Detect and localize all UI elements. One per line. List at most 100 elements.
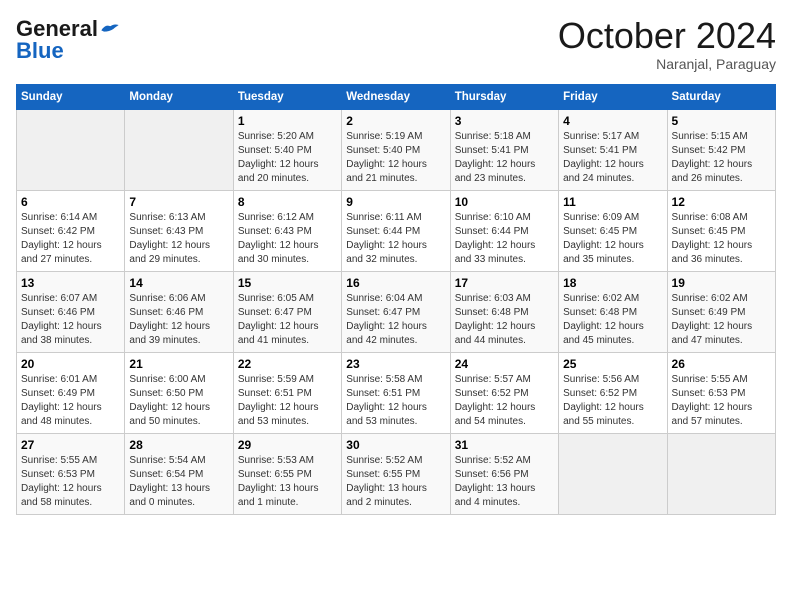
- cell-details: Sunrise: 6:09 AM Sunset: 6:45 PM Dayligh…: [563, 211, 662, 267]
- day-number: 27: [21, 438, 120, 452]
- day-number: 12: [672, 195, 771, 209]
- calendar-cell: 20 Sunrise: 6:01 AM Sunset: 6:49 PM Dayli…: [17, 352, 125, 433]
- day-number: 18: [563, 276, 662, 290]
- calendar-cell: 10 Sunrise: 6:10 AM Sunset: 6:44 PM Dayli…: [450, 190, 558, 271]
- day-number: 22: [238, 357, 337, 371]
- title-area: October 2024 Naranjal, Paraguay: [558, 16, 776, 72]
- day-number: 20: [21, 357, 120, 371]
- calendar-cell: 15 Sunrise: 6:05 AM Sunset: 6:47 PM Dayli…: [233, 271, 341, 352]
- header-day-wednesday: Wednesday: [342, 84, 450, 109]
- cell-details: Sunrise: 5:15 AM Sunset: 5:42 PM Dayligh…: [672, 130, 771, 186]
- calendar-cell: 23 Sunrise: 5:58 AM Sunset: 6:51 PM Dayli…: [342, 352, 450, 433]
- calendar-cell: 17Sunrise: 6:03 AM Sunset: 6:48 PM Dayli…: [450, 271, 558, 352]
- day-number: 24: [455, 357, 554, 371]
- cell-details: Sunrise: 6:11 AM Sunset: 6:44 PM Dayligh…: [346, 211, 445, 267]
- cell-details: Sunrise: 6:06 AM Sunset: 6:46 PM Dayligh…: [129, 292, 228, 348]
- week-row-1: 1 Sunrise: 5:20 AM Sunset: 5:40 PM Daylig…: [17, 109, 776, 190]
- calendar-cell: 11Sunrise: 6:09 AM Sunset: 6:45 PM Dayli…: [559, 190, 667, 271]
- calendar-table: SundayMondayTuesdayWednesdayThursdayFrid…: [16, 84, 776, 515]
- day-number: 31: [455, 438, 554, 452]
- calendar-cell: 26Sunrise: 5:55 AM Sunset: 6:53 PM Dayli…: [667, 352, 775, 433]
- day-number: 29: [238, 438, 337, 452]
- cell-details: Sunrise: 6:08 AM Sunset: 6:45 PM Dayligh…: [672, 211, 771, 267]
- calendar-cell: 4 Sunrise: 5:17 AM Sunset: 5:41 PM Daylig…: [559, 109, 667, 190]
- cell-details: Sunrise: 6:00 AM Sunset: 6:50 PM Dayligh…: [129, 373, 228, 429]
- calendar-cell: 8 Sunrise: 6:12 AM Sunset: 6:43 PM Daylig…: [233, 190, 341, 271]
- location-subtitle: Naranjal, Paraguay: [558, 56, 776, 72]
- cell-details: Sunrise: 5:56 AM Sunset: 6:52 PM Dayligh…: [563, 373, 662, 429]
- day-number: 10: [455, 195, 554, 209]
- calendar-cell: 12 Sunrise: 6:08 AM Sunset: 6:45 PM Dayli…: [667, 190, 775, 271]
- week-row-4: 20 Sunrise: 6:01 AM Sunset: 6:49 PM Dayli…: [17, 352, 776, 433]
- cell-details: Sunrise: 5:53 AM Sunset: 6:55 PM Dayligh…: [238, 454, 337, 510]
- header-day-sunday: Sunday: [17, 84, 125, 109]
- cell-details: Sunrise: 5:58 AM Sunset: 6:51 PM Dayligh…: [346, 373, 445, 429]
- day-number: 7: [129, 195, 228, 209]
- day-number: 2: [346, 114, 445, 128]
- cell-details: Sunrise: 6:03 AM Sunset: 6:48 PM Dayligh…: [455, 292, 554, 348]
- header-row: SundayMondayTuesdayWednesdayThursdayFrid…: [17, 84, 776, 109]
- calendar-cell: 31 Sunrise: 5:52 AM Sunset: 6:56 PM Dayli…: [450, 433, 558, 514]
- day-number: 1: [238, 114, 337, 128]
- cell-details: Sunrise: 5:17 AM Sunset: 5:41 PM Dayligh…: [563, 130, 662, 186]
- cell-details: Sunrise: 6:01 AM Sunset: 6:49 PM Dayligh…: [21, 373, 120, 429]
- cell-details: Sunrise: 5:55 AM Sunset: 6:53 PM Dayligh…: [21, 454, 120, 510]
- cell-details: Sunrise: 6:10 AM Sunset: 6:44 PM Dayligh…: [455, 211, 554, 267]
- cell-details: Sunrise: 6:05 AM Sunset: 6:47 PM Dayligh…: [238, 292, 337, 348]
- day-number: 16: [346, 276, 445, 290]
- day-number: 15: [238, 276, 337, 290]
- calendar-cell: 30Sunrise: 5:52 AM Sunset: 6:55 PM Dayli…: [342, 433, 450, 514]
- cell-details: Sunrise: 5:54 AM Sunset: 6:54 PM Dayligh…: [129, 454, 228, 510]
- cell-details: Sunrise: 6:02 AM Sunset: 6:48 PM Dayligh…: [563, 292, 662, 348]
- calendar-cell: [17, 109, 125, 190]
- day-number: 30: [346, 438, 445, 452]
- day-number: 26: [672, 357, 771, 371]
- month-title: October 2024: [558, 16, 776, 56]
- day-number: 4: [563, 114, 662, 128]
- calendar-cell: [667, 433, 775, 514]
- calendar-cell: 2 Sunrise: 5:19 AM Sunset: 5:40 PM Daylig…: [342, 109, 450, 190]
- header-day-monday: Monday: [125, 84, 233, 109]
- header-day-saturday: Saturday: [667, 84, 775, 109]
- cell-details: Sunrise: 5:19 AM Sunset: 5:40 PM Dayligh…: [346, 130, 445, 186]
- cell-details: Sunrise: 5:20 AM Sunset: 5:40 PM Dayligh…: [238, 130, 337, 186]
- cell-details: Sunrise: 5:18 AM Sunset: 5:41 PM Dayligh…: [455, 130, 554, 186]
- calendar-cell: [559, 433, 667, 514]
- day-number: 19: [672, 276, 771, 290]
- cell-details: Sunrise: 5:52 AM Sunset: 6:56 PM Dayligh…: [455, 454, 554, 510]
- logo-bird-icon: [100, 22, 120, 36]
- cell-details: Sunrise: 6:02 AM Sunset: 6:49 PM Dayligh…: [672, 292, 771, 348]
- logo: General Blue: [16, 16, 120, 64]
- calendar-cell: 13Sunrise: 6:07 AM Sunset: 6:46 PM Dayli…: [17, 271, 125, 352]
- day-number: 5: [672, 114, 771, 128]
- calendar-cell: 14 Sunrise: 6:06 AM Sunset: 6:46 PM Dayli…: [125, 271, 233, 352]
- calendar-cell: 16 Sunrise: 6:04 AM Sunset: 6:47 PM Dayli…: [342, 271, 450, 352]
- header-day-thursday: Thursday: [450, 84, 558, 109]
- header-day-friday: Friday: [559, 84, 667, 109]
- cell-details: Sunrise: 5:57 AM Sunset: 6:52 PM Dayligh…: [455, 373, 554, 429]
- day-number: 23: [346, 357, 445, 371]
- calendar-cell: 19 Sunrise: 6:02 AM Sunset: 6:49 PM Dayli…: [667, 271, 775, 352]
- calendar-cell: 7 Sunrise: 6:13 AM Sunset: 6:43 PM Daylig…: [125, 190, 233, 271]
- calendar-cell: 25 Sunrise: 5:56 AM Sunset: 6:52 PM Dayli…: [559, 352, 667, 433]
- day-number: 8: [238, 195, 337, 209]
- cell-details: Sunrise: 6:13 AM Sunset: 6:43 PM Dayligh…: [129, 211, 228, 267]
- day-number: 28: [129, 438, 228, 452]
- calendar-cell: 21 Sunrise: 6:00 AM Sunset: 6:50 PM Dayli…: [125, 352, 233, 433]
- calendar-cell: 5 Sunrise: 5:15 AM Sunset: 5:42 PM Daylig…: [667, 109, 775, 190]
- calendar-cell: 1 Sunrise: 5:20 AM Sunset: 5:40 PM Daylig…: [233, 109, 341, 190]
- calendar-cell: 3 Sunrise: 5:18 AM Sunset: 5:41 PM Daylig…: [450, 109, 558, 190]
- week-row-5: 27 Sunrise: 5:55 AM Sunset: 6:53 PM Dayli…: [17, 433, 776, 514]
- day-number: 3: [455, 114, 554, 128]
- day-number: 9: [346, 195, 445, 209]
- calendar-cell: [125, 109, 233, 190]
- cell-details: Sunrise: 6:04 AM Sunset: 6:47 PM Dayligh…: [346, 292, 445, 348]
- cell-details: Sunrise: 6:12 AM Sunset: 6:43 PM Dayligh…: [238, 211, 337, 267]
- day-number: 21: [129, 357, 228, 371]
- calendar-cell: 28 Sunrise: 5:54 AM Sunset: 6:54 PM Dayli…: [125, 433, 233, 514]
- day-number: 14: [129, 276, 228, 290]
- page-header: General Blue October 2024 Naranjal, Para…: [16, 16, 776, 72]
- header-day-tuesday: Tuesday: [233, 84, 341, 109]
- day-number: 25: [563, 357, 662, 371]
- calendar-cell: 24 Sunrise: 5:57 AM Sunset: 6:52 PM Dayli…: [450, 352, 558, 433]
